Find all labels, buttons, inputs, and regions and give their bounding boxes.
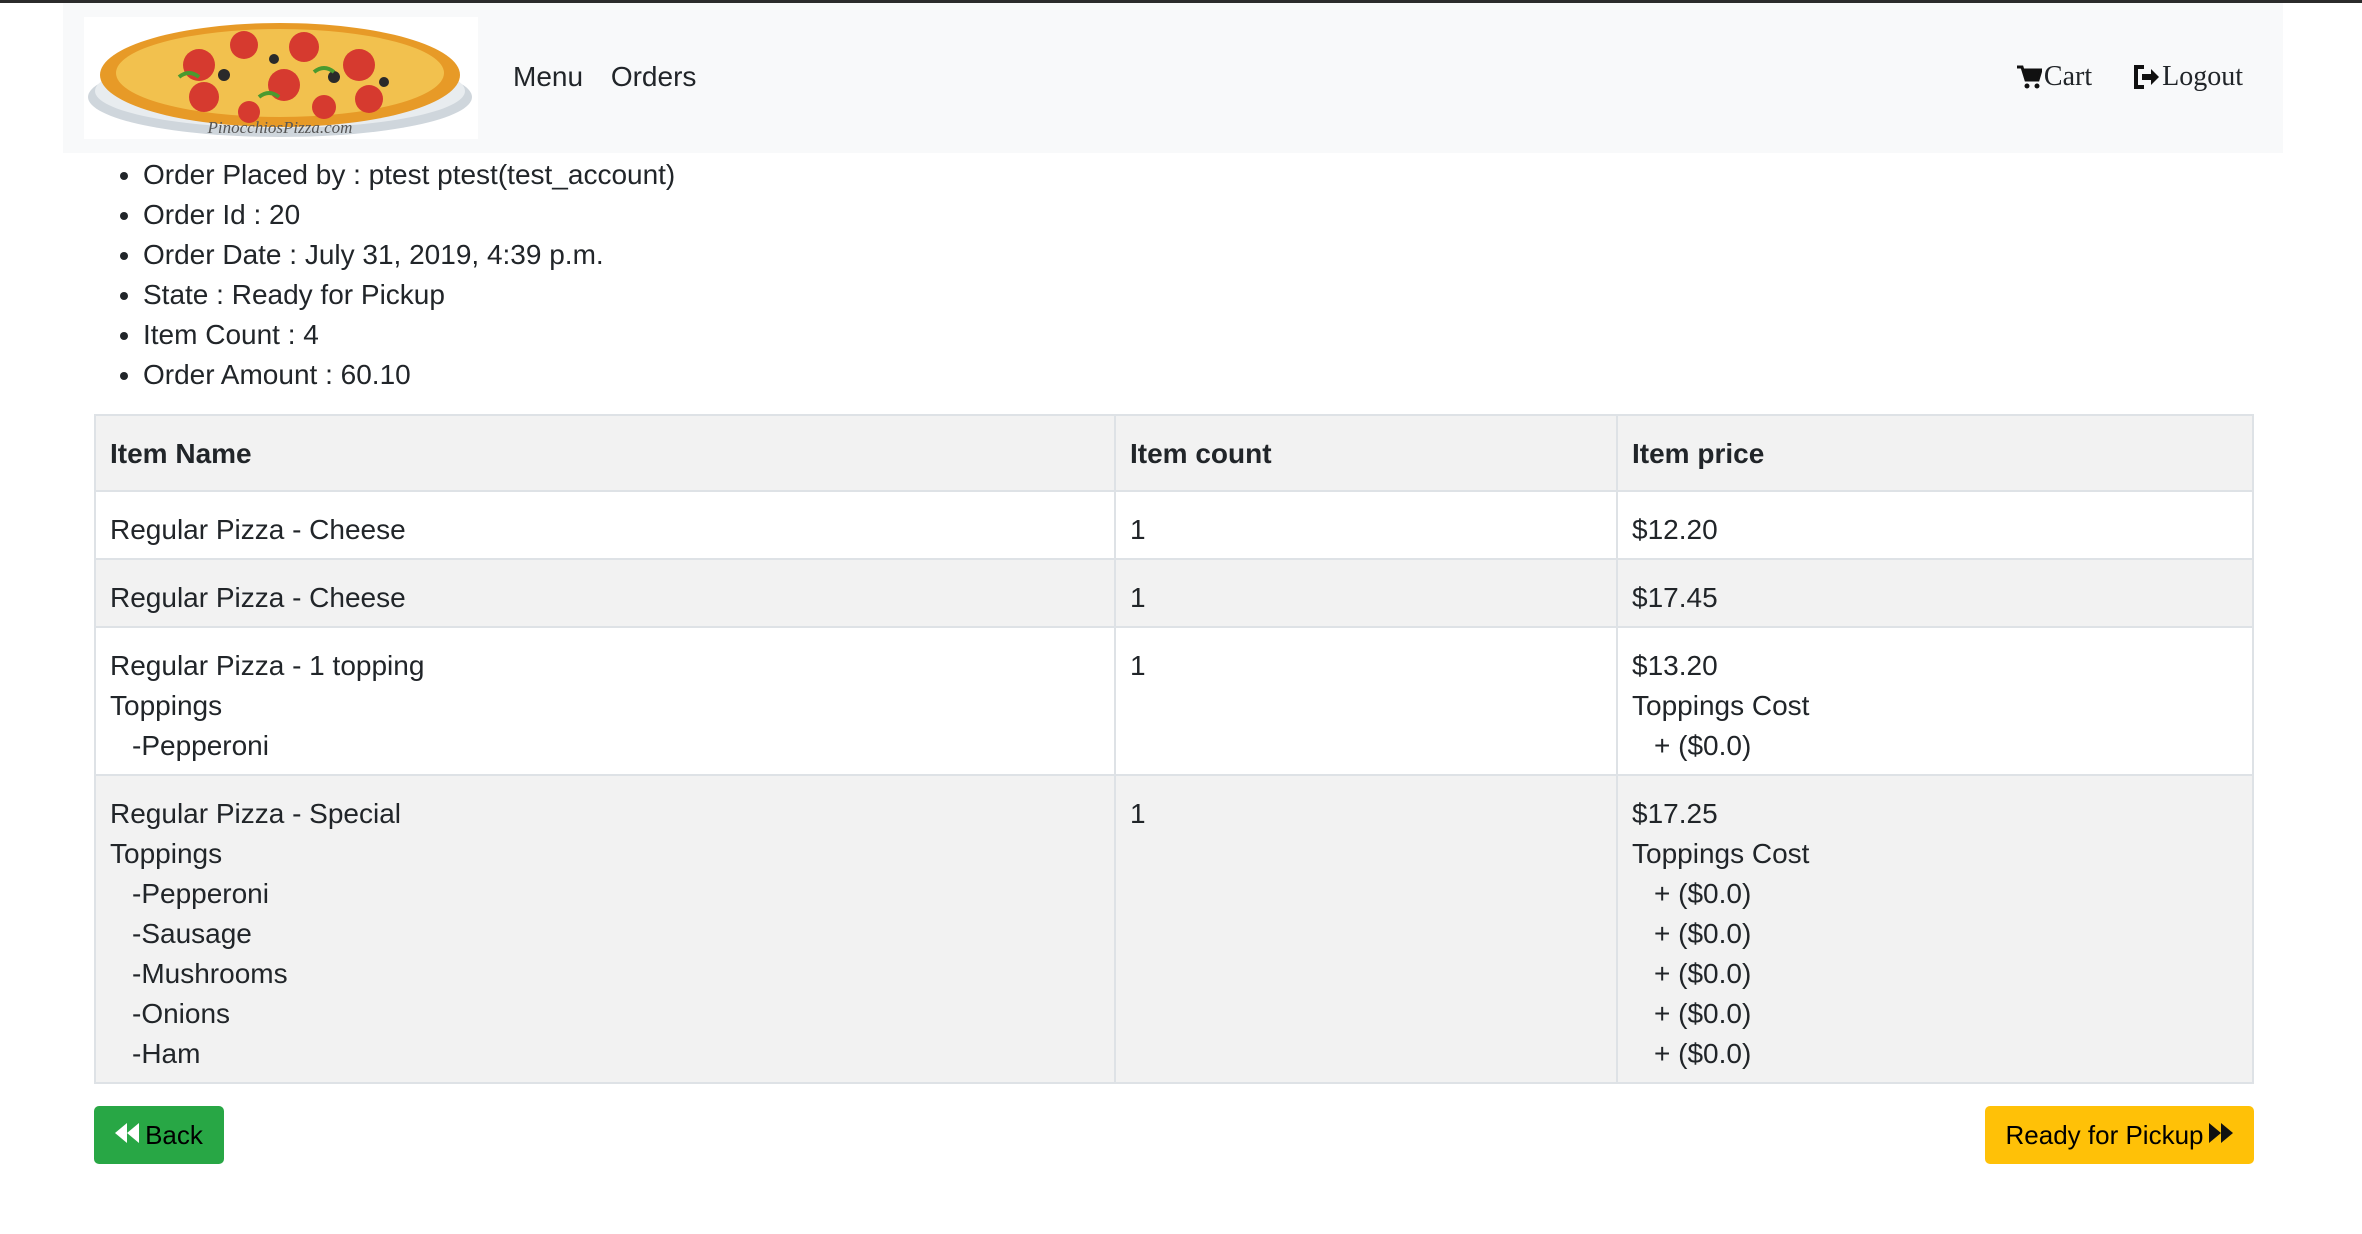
item-price-cell: $17.45: [1616, 558, 2254, 628]
navbar: PinocchiosPizza.com Menu Orders Cart Log…: [63, 3, 2283, 153]
topping-item: -Ham: [132, 1038, 201, 1069]
cart-label: Cart: [2043, 61, 2093, 92]
item-price-cell: $17.25 Toppings Cost + ($0.0) + ($0.0) +…: [1616, 774, 2254, 1084]
logout-icon: [2132, 64, 2160, 90]
toppings-label: Toppings: [110, 690, 223, 721]
table-header-row: Item Name Item count Item price: [94, 414, 2254, 492]
logo[interactable]: PinocchiosPizza.com: [84, 17, 478, 139]
topping-item: -Sausage: [132, 918, 252, 949]
toppings-cost-label: Toppings Cost: [1632, 838, 1810, 869]
pizza-logo-image: PinocchiosPizza.com: [88, 23, 472, 137]
item-name: Regular Pizza - Cheese: [110, 514, 406, 545]
ready-button-label: Ready for Pickup: [2005, 1119, 2204, 1150]
table-row: Regular Pizza - Special Toppings -Pepper…: [94, 774, 2254, 1084]
order-detail-placed-by: Order Placed by : ptest ptest(test_accou…: [143, 155, 675, 195]
ready-for-pickup-button[interactable]: Ready for Pickup: [1985, 1106, 2254, 1164]
order-details-list: Order Placed by : ptest ptest(test_accou…: [113, 155, 675, 395]
logout-link[interactable]: Logout: [2132, 61, 2243, 93]
back-button[interactable]: Back: [94, 1106, 224, 1164]
topping-cost: + ($0.0): [1654, 958, 1752, 989]
topping-cost: + ($0.0): [1654, 878, 1752, 909]
item-name-cell: Regular Pizza - Cheese: [94, 490, 1116, 560]
back-button-label: Back: [145, 1119, 203, 1150]
nav-links: Menu Orders: [513, 61, 716, 93]
item-name: Regular Pizza - 1 topping: [110, 650, 425, 681]
toppings-cost-label: Toppings Cost: [1632, 690, 1810, 721]
fast-backward-icon: [115, 1120, 141, 1151]
item-name: Regular Pizza - Cheese: [110, 582, 406, 613]
item-price: $17.45: [1632, 582, 1718, 613]
toppings-label: Toppings: [110, 838, 223, 869]
item-count-cell: 1: [1114, 626, 1618, 776]
topping-cost: + ($0.0): [1654, 998, 1752, 1029]
item-count-cell: 1: [1114, 558, 1618, 628]
item-name-cell: Regular Pizza - 1 topping Toppings -Pepp…: [94, 626, 1116, 776]
topping-item: -Pepperoni: [132, 730, 269, 761]
table-row: Regular Pizza - 1 topping Toppings -Pepp…: [94, 626, 2254, 776]
item-name-cell: Regular Pizza - Special Toppings -Pepper…: [94, 774, 1116, 1084]
order-detail-amount: Order Amount : 60.10: [143, 355, 675, 395]
item-name: Regular Pizza - Special: [110, 798, 402, 829]
fast-forward-icon: [2207, 1120, 2234, 1151]
header-item-count: Item count: [1114, 414, 1618, 492]
order-detail-id: Order Id : 20: [143, 195, 675, 235]
item-name-cell: Regular Pizza - Cheese: [94, 558, 1116, 628]
topping-item: -Mushrooms: [132, 958, 288, 989]
topping-cost: + ($0.0): [1654, 730, 1752, 761]
nav-link-menu[interactable]: Menu: [513, 61, 583, 92]
nav-link-orders[interactable]: Orders: [611, 61, 697, 92]
order-items-table: Item Name Item count Item price Regular …: [94, 414, 2254, 1084]
topping-item: -Pepperoni: [132, 878, 269, 909]
item-price: $13.20: [1632, 650, 1718, 681]
item-count-cell: 1: [1114, 490, 1618, 560]
cart-link[interactable]: Cart: [2016, 61, 2092, 93]
topping-cost: + ($0.0): [1654, 918, 1752, 949]
topping-item: -Onions: [132, 998, 231, 1029]
item-price: $12.20: [1632, 514, 1718, 545]
nav-right: Cart Logout: [2016, 61, 2243, 93]
header-item-price: Item price: [1616, 414, 2254, 492]
topping-cost: + ($0.0): [1654, 1038, 1752, 1069]
table-row: Regular Pizza - Cheese 1 $17.45: [94, 558, 2254, 628]
item-price-cell: $12.20: [1616, 490, 2254, 560]
order-detail-date: Order Date : July 31, 2019, 4:39 p.m.: [143, 235, 675, 275]
item-count-cell: 1: [1114, 774, 1618, 1084]
header-item-name: Item Name: [94, 414, 1116, 492]
order-detail-item-count: Item Count : 4: [143, 315, 675, 355]
item-price: $17.25: [1632, 798, 1718, 829]
table-row: Regular Pizza - Cheese 1 $12.20: [94, 490, 2254, 560]
logo-text: PinocchiosPizza.com: [207, 118, 353, 137]
item-price-cell: $13.20 Toppings Cost + ($0.0): [1616, 626, 2254, 776]
cart-icon: [2016, 64, 2042, 90]
order-detail-state: State : Ready for Pickup: [143, 275, 675, 315]
logout-label: Logout: [2162, 61, 2243, 92]
